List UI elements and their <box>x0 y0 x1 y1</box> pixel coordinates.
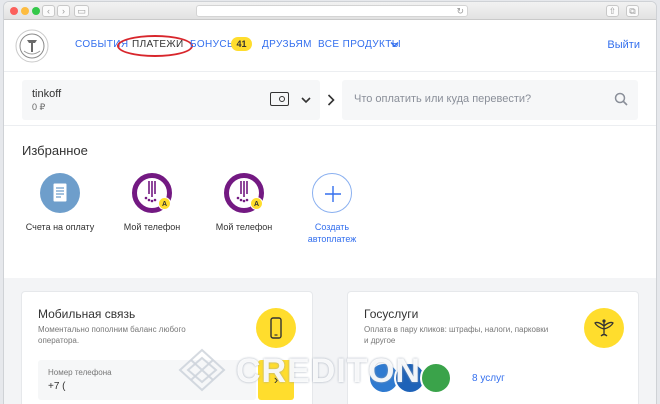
parking-icon[interactable] <box>420 362 452 394</box>
favorite-my-phone[interactable]: A Мой телефон <box>107 173 197 233</box>
maximize-window-button[interactable] <box>32 7 40 15</box>
nav-friends[interactable]: Друзьям <box>262 39 312 50</box>
reload-icon[interactable]: ↻ <box>456 6 464 17</box>
sidebar-icon[interactable]: ▭ <box>74 5 89 17</box>
megafon-icon: A <box>224 173 264 213</box>
megafon-icon: A <box>132 173 172 213</box>
tabs-icon[interactable]: ⧉ <box>626 5 639 17</box>
watermark-logo-icon <box>178 348 226 392</box>
favorite-label: Счета на оплату <box>25 222 95 232</box>
search-field[interactable]: Что оплатить или куда перевести? <box>342 80 638 120</box>
create-label: Создать <box>314 222 350 232</box>
autopay-label: автоплатеж <box>307 234 357 244</box>
eagle-icon <box>584 308 624 348</box>
autopay-badge: A <box>158 197 171 210</box>
chevron-down-icon[interactable] <box>390 41 399 48</box>
close-window-button[interactable] <box>10 7 18 15</box>
invoice-icon <box>40 173 80 213</box>
phone-label: Номер телефона <box>48 368 112 377</box>
browser-window: ‹ › ▭ ↻ ⇧ ⧉ События Платежи Бонусы 41 Др… <box>4 2 656 404</box>
search-input[interactable]: Что оплатить или куда перевести? <box>354 93 531 105</box>
browser-toolbar: ‹ › ▭ ↻ ⇧ ⧉ <box>4 2 656 20</box>
account-balance: 0 ₽ <box>32 102 46 112</box>
autopay-badge: A <box>250 197 263 210</box>
tinkoff-logo-icon[interactable] <box>15 29 49 63</box>
create-autopay[interactable]: Создать автоплатеж <box>287 173 377 245</box>
bonus-count-badge: 41 <box>231 37 252 51</box>
nav-bonuses[interactable]: Бонусы <box>190 39 236 50</box>
highlight-circle <box>117 35 193 57</box>
phone-input[interactable]: +7 ( <box>48 381 66 392</box>
mobile-title: Мобильная связь <box>38 307 136 321</box>
watermark-text: CREDITON <box>236 352 421 390</box>
more-services-link[interactable]: 8 услуг <box>472 373 505 384</box>
chevron-right-icon <box>327 94 335 106</box>
card-icon <box>270 92 289 106</box>
plus-icon <box>312 173 352 213</box>
share-icon[interactable]: ⇧ <box>606 5 619 17</box>
gosuslugi-title: Госуслуги <box>364 307 419 321</box>
search-icon[interactable] <box>614 92 628 106</box>
logout-link[interactable]: Выйти <box>607 39 640 51</box>
chevron-down-icon[interactable] <box>301 96 311 104</box>
favorite-label: Мой телефон <box>215 222 273 232</box>
address-bar[interactable]: ↻ <box>196 5 468 17</box>
forward-icon[interactable]: › <box>57 5 70 17</box>
minimize-window-button[interactable] <box>21 7 29 15</box>
smartphone-icon <box>256 308 296 348</box>
favorite-label: Мой телефон <box>123 222 181 232</box>
site-header: События Платежи Бонусы 41 Друзьям Все пр… <box>4 20 656 72</box>
favorite-invoices[interactable]: Счета на оплату <box>15 173 105 233</box>
account-name: tinkoff <box>32 88 62 100</box>
nav-all-products[interactable]: Все продукты <box>318 39 401 50</box>
mobile-description: Моментально пополним баланс любого опера… <box>38 325 186 345</box>
favorite-my-phone-2[interactable]: A Мой телефон <box>199 173 289 233</box>
back-icon[interactable]: ‹ <box>42 5 55 17</box>
account-selector[interactable]: tinkoff 0 ₽ <box>22 80 320 120</box>
gosuslugi-description: Оплата в пару кликов: штрафы, налоги, па… <box>364 325 549 345</box>
favorites-title: Избранное <box>22 143 88 158</box>
payment-bar: tinkoff 0 ₽ Что оплатить или куда переве… <box>4 72 656 126</box>
